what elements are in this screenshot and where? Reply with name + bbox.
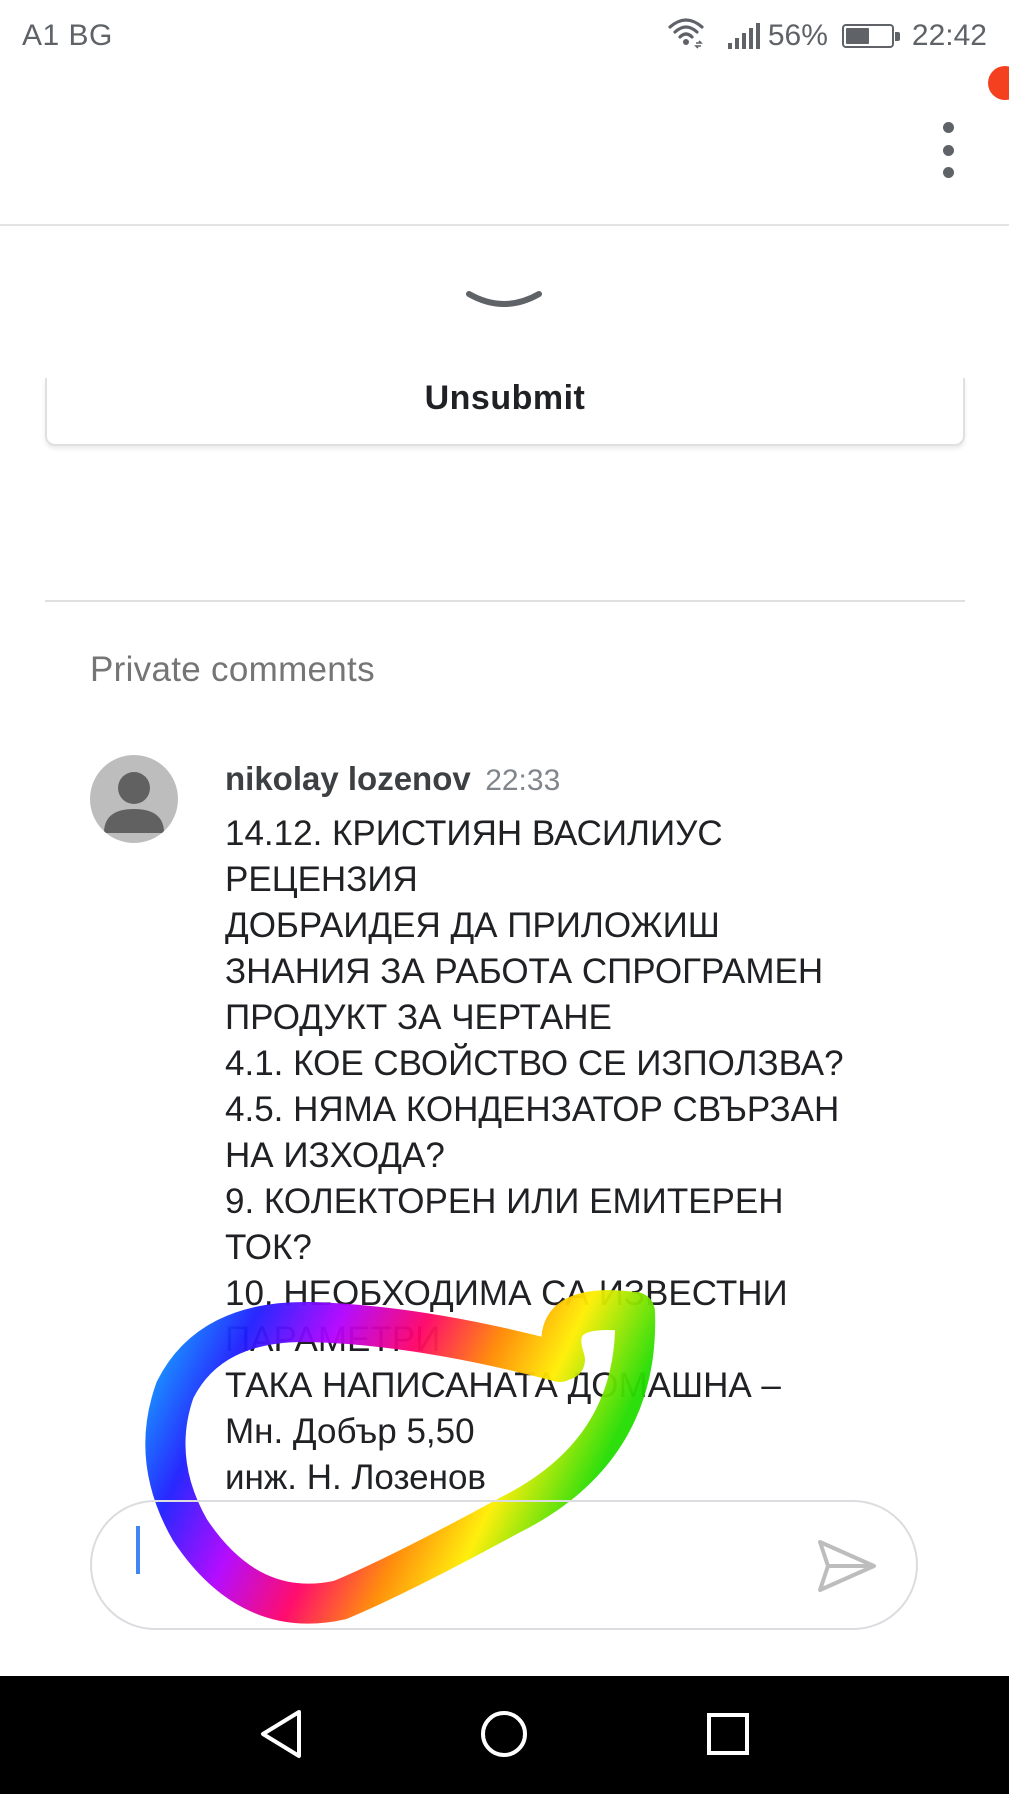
comment-line: 14.12. КРИСТИЯН ВАСИЛИУС — [225, 814, 723, 853]
comment-header: nikolay lozenov 22:33 — [225, 755, 945, 803]
avatar — [90, 755, 178, 843]
person-icon — [104, 772, 164, 833]
private-comments-title: Private comments — [90, 650, 375, 689]
comment-line: ТОК? — [225, 1228, 312, 1267]
wifi-icon — [666, 15, 706, 57]
comment-line: ТАКА НАПИСАНАТА ДОМАШНА – — [225, 1366, 781, 1405]
comment: nikolay lozenov 22:33 14.12. КРИСТИЯН ВА… — [225, 755, 945, 1501]
back-triangle-icon[interactable] — [251, 1704, 311, 1764]
comment-line: 4.5. НЯМА КОНДЕНЗАТОР СВЪРЗАН — [225, 1090, 840, 1129]
unsubmit-button[interactable]: Unsubmit — [47, 378, 963, 418]
clock: 22:42 — [911, 19, 987, 52]
comment-line: ДОБРАИДЕЯ ДА ПРИЛОЖИШ — [225, 906, 720, 945]
more-vert-icon[interactable] — [930, 122, 966, 178]
comment-line: 4.1. КОЕ СВОЙСТВО СЕ ИЗПОЛЗВА? — [225, 1044, 844, 1083]
comment-line: 10. НЕОБХОДИМА СА ИЗВЕСТНИ — [225, 1274, 788, 1313]
battery-icon — [841, 24, 900, 48]
comment-line: Мн. Добър 5,50 — [225, 1412, 475, 1451]
text-caret — [136, 1526, 140, 1574]
comment-line: НА ИЗХОДА? — [225, 1136, 445, 1175]
battery-level — [845, 28, 869, 44]
send-icon[interactable] — [812, 1532, 882, 1600]
comment-line: ПРОДУКТ ЗА ЧЕРТАНЕ — [225, 998, 612, 1037]
comment-line: 9. КОЛЕКТОРЕН ИЛИ ЕМИТЕРЕН — [225, 1182, 784, 1221]
unsubmit-card: Unsubmit — [45, 378, 965, 446]
comment-line: ПАРАМЕТРИ — [225, 1320, 441, 1359]
battery-percent: 56% — [767, 19, 828, 52]
signal-bars-icon — [727, 23, 760, 49]
comment-author: nikolay lozenov — [225, 760, 471, 797]
comment-body: 14.12. КРИСТИЯН ВАСИЛИУС РЕЦЕНЗИЯ ДОБРАИДЕ… — [225, 811, 945, 1501]
comment-compose — [90, 1500, 918, 1630]
comment-line: инж. Н. Лозенов — [225, 1458, 487, 1497]
comment-input[interactable] — [136, 1530, 780, 1602]
app-bar — [0, 72, 1009, 226]
system-nav-bar — [0, 1676, 1009, 1794]
section-divider — [45, 600, 965, 602]
status-bar: A1 BG 56% 22:42 — [0, 0, 1009, 72]
home-circle-icon[interactable] — [474, 1704, 534, 1764]
carrier-name: A1 BG — [22, 19, 113, 52]
comment-line: ЗНАНИЯ ЗА РАБОТА СПРОГРАМЕН — [225, 952, 824, 991]
status-icons: 56% 22:42 — [666, 15, 987, 57]
comment-time: 22:33 — [485, 764, 561, 797]
comment-line: РЕЦЕНЗИЯ — [225, 860, 418, 899]
chevron-down-icon[interactable] — [463, 284, 545, 318]
recents-square-icon[interactable] — [698, 1704, 758, 1764]
